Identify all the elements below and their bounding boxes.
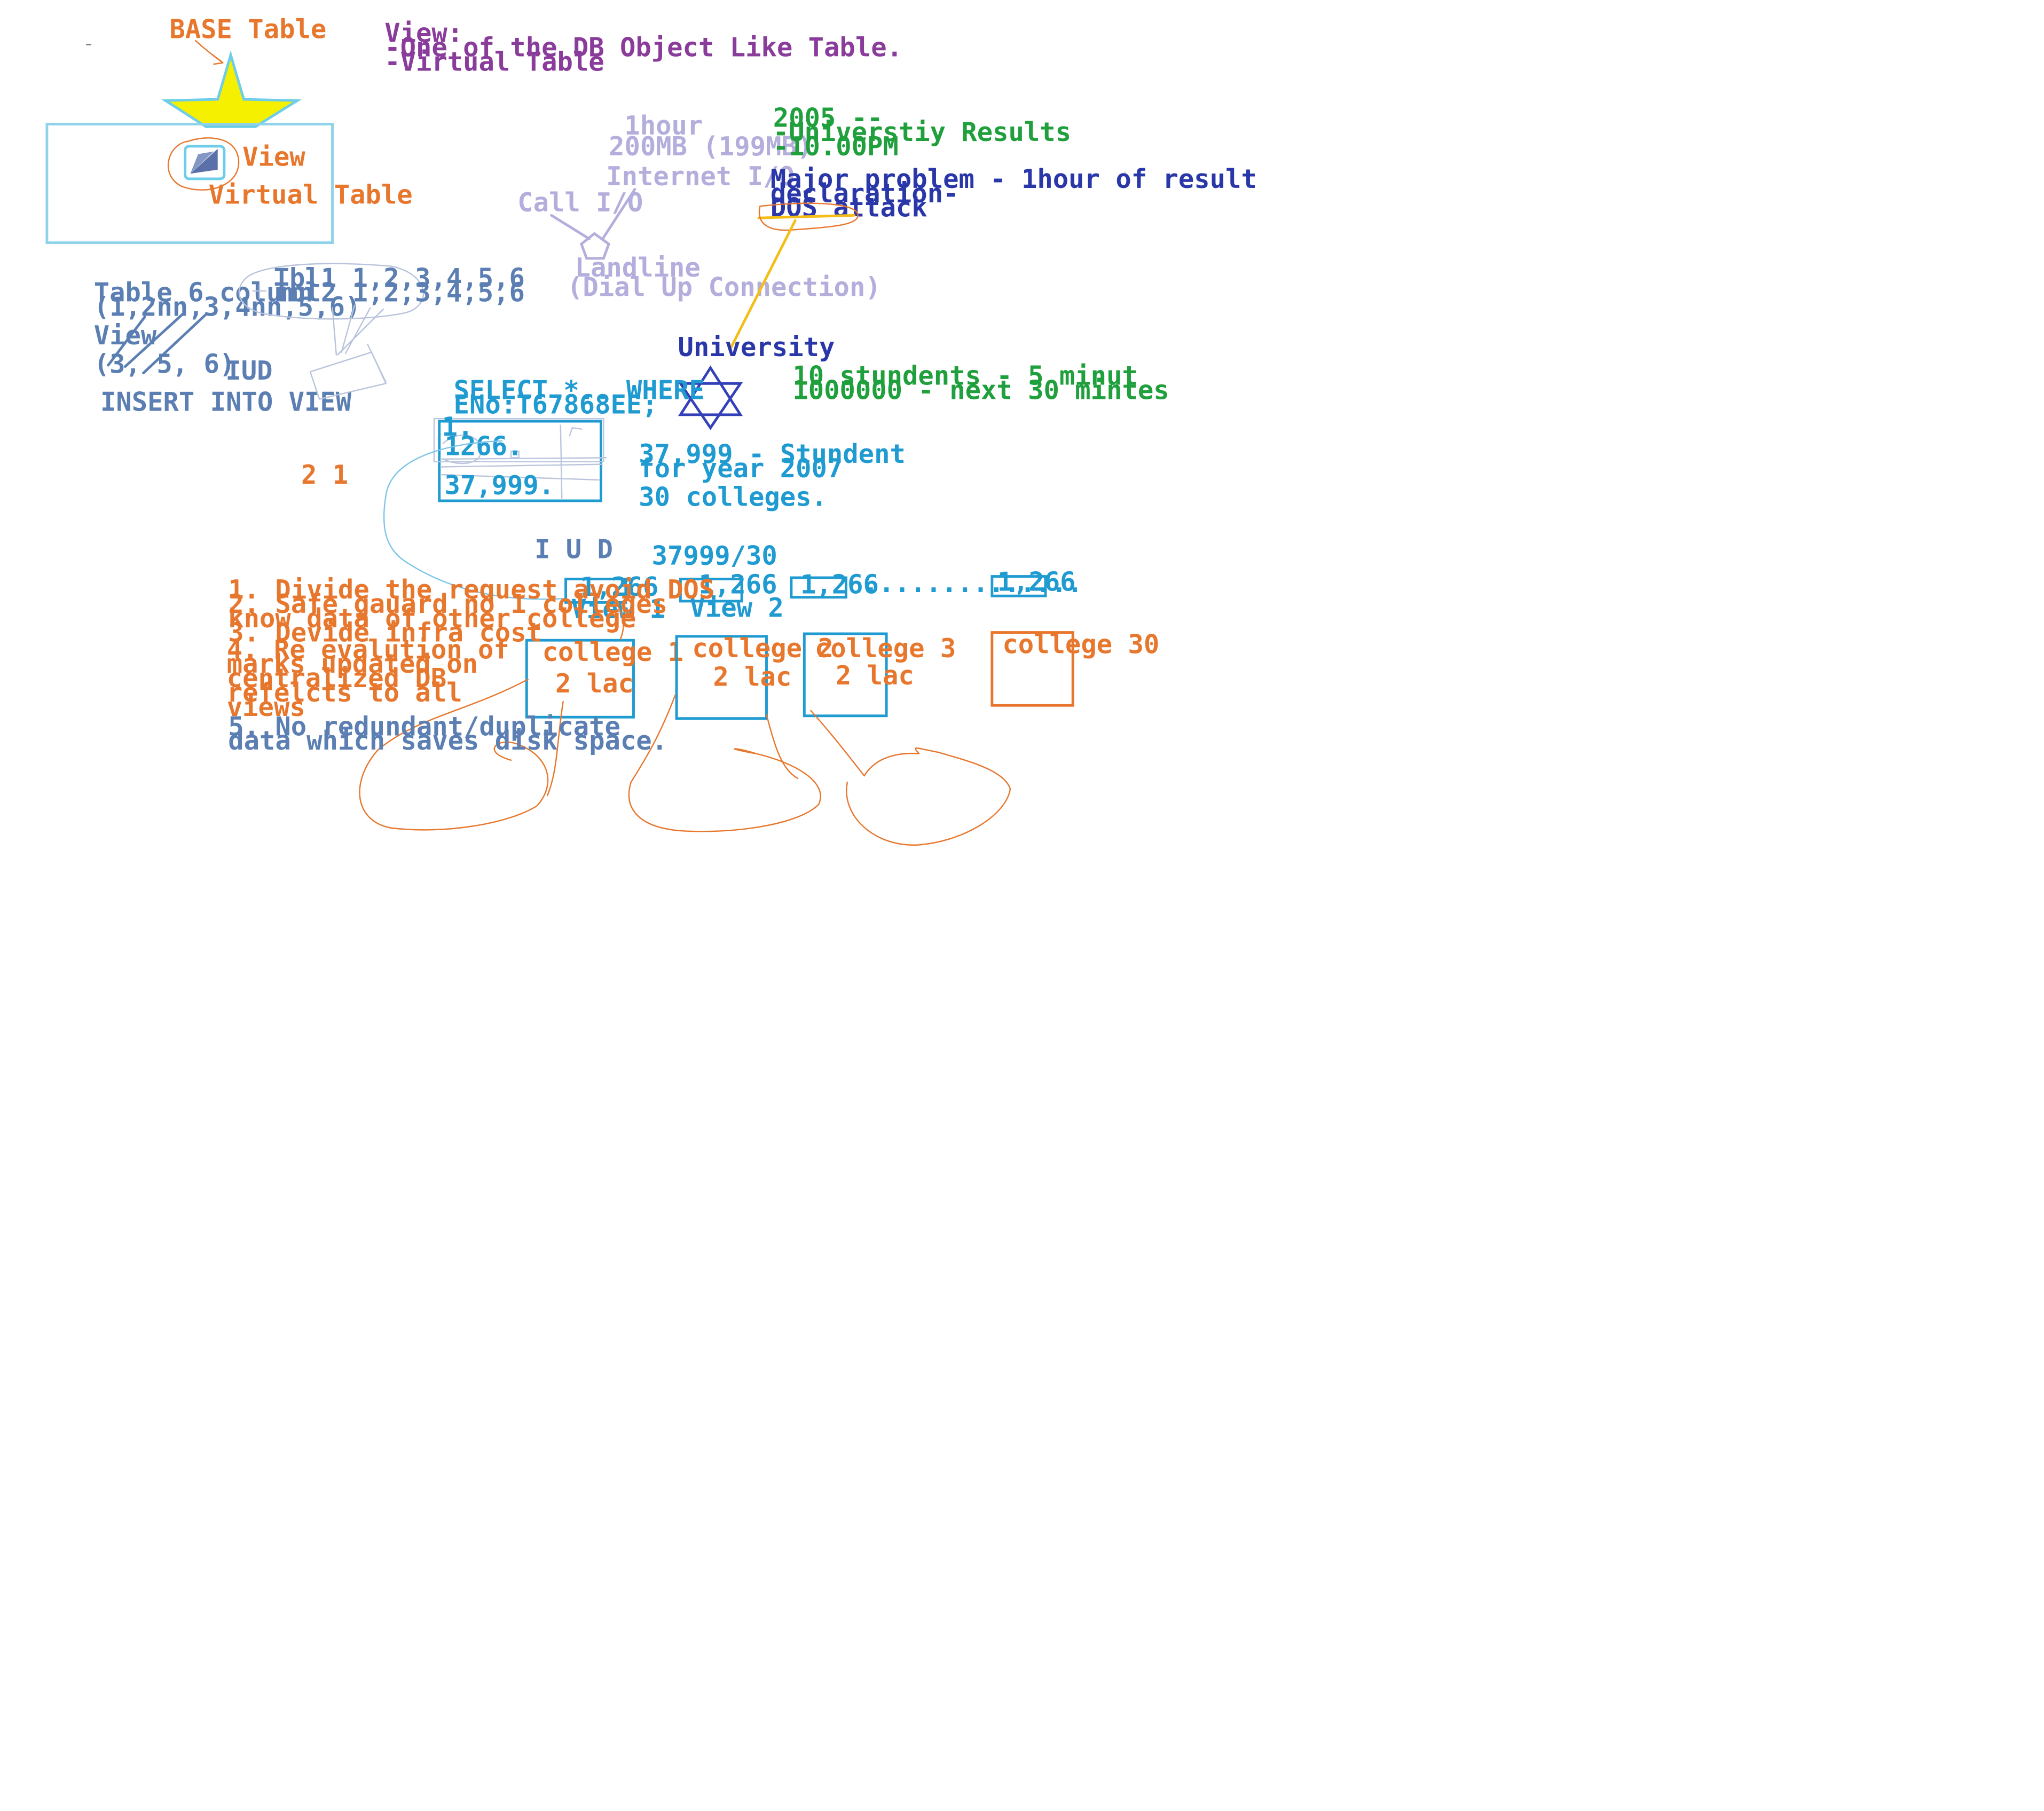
view-shape-edge	[367, 343, 387, 383]
stray-note: 2 1	[301, 460, 348, 490]
student-table-divider	[560, 424, 563, 499]
stray-dot	[1124, 171, 1126, 174]
student-note2: for year 2007	[639, 453, 843, 484]
student-row3: 37,999.	[444, 470, 554, 501]
college1-label: college 1	[543, 637, 683, 667]
view-definition: View: -One of the DB Object Like Table. …	[384, 18, 902, 77]
division-label: 37999/30	[652, 541, 777, 571]
base-table-group: BASE Table View Virtual Table	[45, 14, 413, 245]
college3-link	[863, 752, 920, 777]
base-arrowhead	[211, 54, 224, 65]
virtual-table-label: Virtual Table	[209, 179, 413, 210]
college30-label: college 30	[1002, 629, 1159, 660]
query-group: SELECT *.. WHERE ENo:T67868EE; 1. 1266. …	[301, 375, 906, 600]
view-label: View	[242, 142, 305, 172]
college3-students	[810, 710, 1011, 846]
dialup-label: (Dial Up Connection)	[567, 272, 881, 303]
university-stat2: 1000000 - next 30 mintes	[792, 375, 1169, 406]
college2-link	[766, 714, 799, 779]
table-note-line5: INSERT INTO VIEW	[100, 387, 352, 418]
view30-count: 1,266	[997, 566, 1076, 597]
views-iud-label: I U D	[534, 534, 613, 564]
benefit-5b: data which saves disk space.	[228, 726, 667, 756]
university-group: University 10 stundents - 5 minut 100000…	[678, 332, 1169, 430]
university-label: University	[678, 332, 835, 363]
college1-size: 2 lac	[555, 668, 634, 699]
whiteboard-canvas: BASE Table View Virtual Table View: -One…	[45, 14, 1257, 846]
base-table-label: BASE Table	[169, 14, 326, 44]
iud-label: IUD	[225, 356, 272, 386]
results-group: 2005 -- -Universtiy Results -10.00PM Maj…	[730, 103, 1257, 349]
college2-size: 2 lac	[713, 662, 791, 692]
student-note3: 30 colleges.	[639, 482, 827, 513]
query-line2: ENo:T67868EE;	[454, 389, 658, 420]
star-icon	[161, 50, 302, 128]
college3-label: college 3	[815, 633, 956, 664]
view-icon	[184, 145, 226, 180]
results-line3: -10.00PM	[773, 131, 899, 162]
call-link	[550, 214, 591, 240]
tbl2-label: Tbl2 1,2,3,4,5,6	[274, 277, 525, 308]
college2-students	[628, 694, 821, 832]
view-def-line3: -Virtual Table	[384, 46, 604, 77]
table-corner-mark	[569, 427, 583, 437]
college3-size: 2 lac	[836, 660, 914, 691]
college2-label: college 2	[692, 633, 834, 664]
call-io-label: Call I/O	[517, 187, 643, 218]
